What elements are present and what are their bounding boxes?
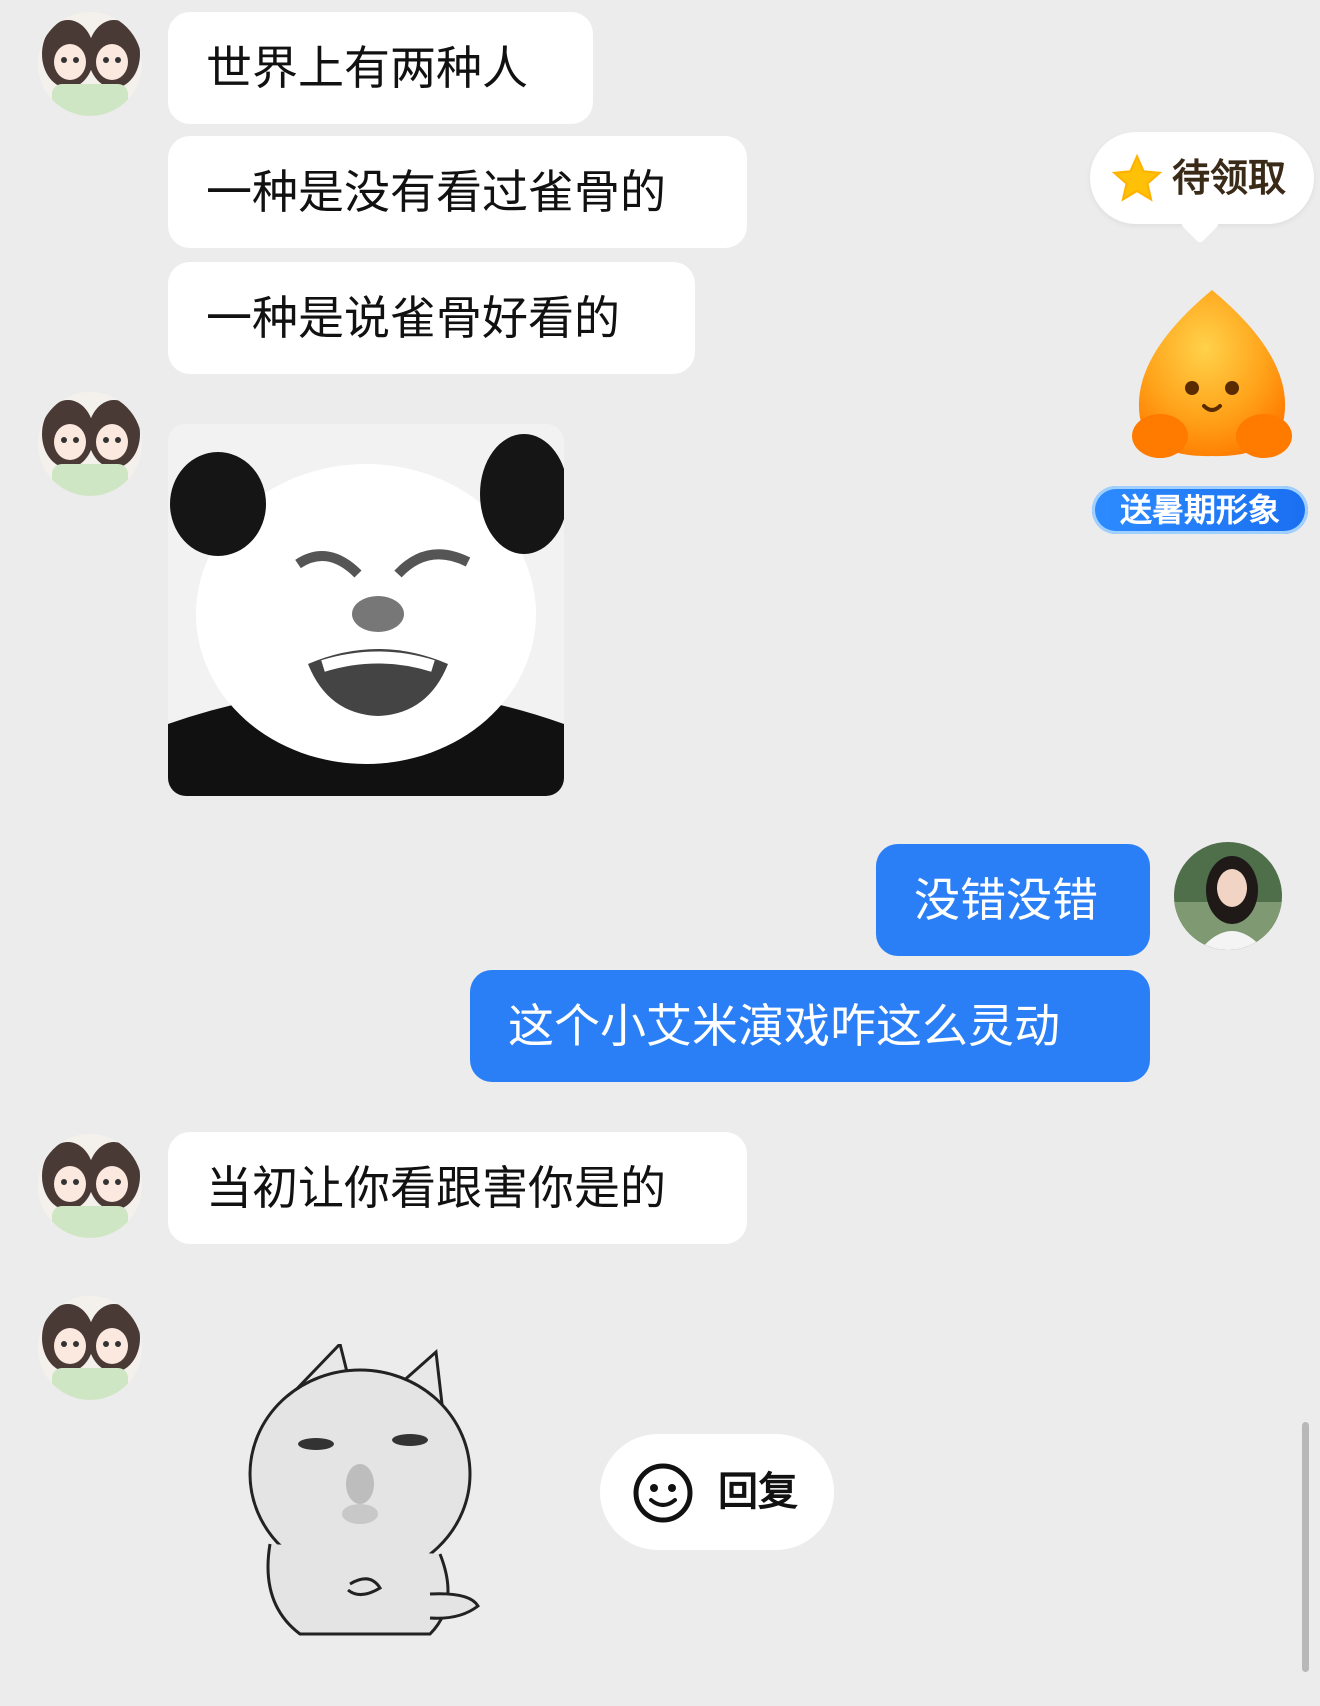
message-text: 一种是说雀骨好看的 xyxy=(206,291,620,345)
summer-mascot[interactable] xyxy=(1124,288,1300,464)
panda-meme-sticker[interactable] xyxy=(168,424,564,796)
anime-girl-avatar-icon xyxy=(38,12,142,116)
message-text: 没错没错 xyxy=(914,873,1098,927)
message-text: 当初让你看跟害你是的 xyxy=(206,1161,666,1215)
cat-face-icon xyxy=(248,1344,480,1636)
scrollbar[interactable] xyxy=(1302,1422,1309,1672)
contact-avatar[interactable] xyxy=(38,12,142,116)
contact-avatar[interactable] xyxy=(38,1296,142,1400)
pending-reward-button[interactable]: 待领取 xyxy=(1090,132,1314,244)
star-icon xyxy=(1111,153,1163,202)
anime-girl-avatar-icon xyxy=(38,1296,142,1400)
summer-avatar-text: 送暑期形象 xyxy=(1119,491,1280,529)
mascot-icon xyxy=(1132,290,1292,458)
incoming-message[interactable]: 一种是没有看过雀骨的 xyxy=(168,136,747,248)
incoming-message[interactable]: 一种是说雀骨好看的 xyxy=(168,262,695,374)
contact-avatar[interactable] xyxy=(38,1134,142,1238)
message-text: 这个小艾米演戏咋这么灵动 xyxy=(508,999,1060,1053)
my-avatar[interactable] xyxy=(1174,842,1282,950)
summer-avatar-label[interactable]: 送暑期形象 xyxy=(1092,486,1308,534)
contact-avatar[interactable] xyxy=(38,392,142,496)
panda-face-icon xyxy=(168,424,564,796)
incoming-message[interactable]: 当初让你看跟害你是的 xyxy=(168,1132,747,1244)
smiley-icon xyxy=(633,1463,693,1523)
reply-label: 回复 xyxy=(718,1469,798,1515)
pending-reward-label: 待领取 xyxy=(1172,156,1287,200)
outgoing-message[interactable]: 没错没错 xyxy=(876,844,1150,956)
message-text: 一种是没有看过雀骨的 xyxy=(206,165,666,219)
photo-avatar-icon xyxy=(1174,842,1282,950)
anime-girl-avatar-icon xyxy=(38,1134,142,1238)
message-text: 世界上有两种人 xyxy=(206,41,528,95)
anime-girl-avatar-icon xyxy=(38,392,142,496)
outgoing-message[interactable]: 这个小艾米演戏咋这么灵动 xyxy=(470,970,1150,1082)
incoming-message[interactable]: 世界上有两种人 xyxy=(168,12,593,124)
reply-button[interactable]: 回复 xyxy=(600,1434,834,1550)
cat-meme-sticker[interactable] xyxy=(230,1344,500,1644)
